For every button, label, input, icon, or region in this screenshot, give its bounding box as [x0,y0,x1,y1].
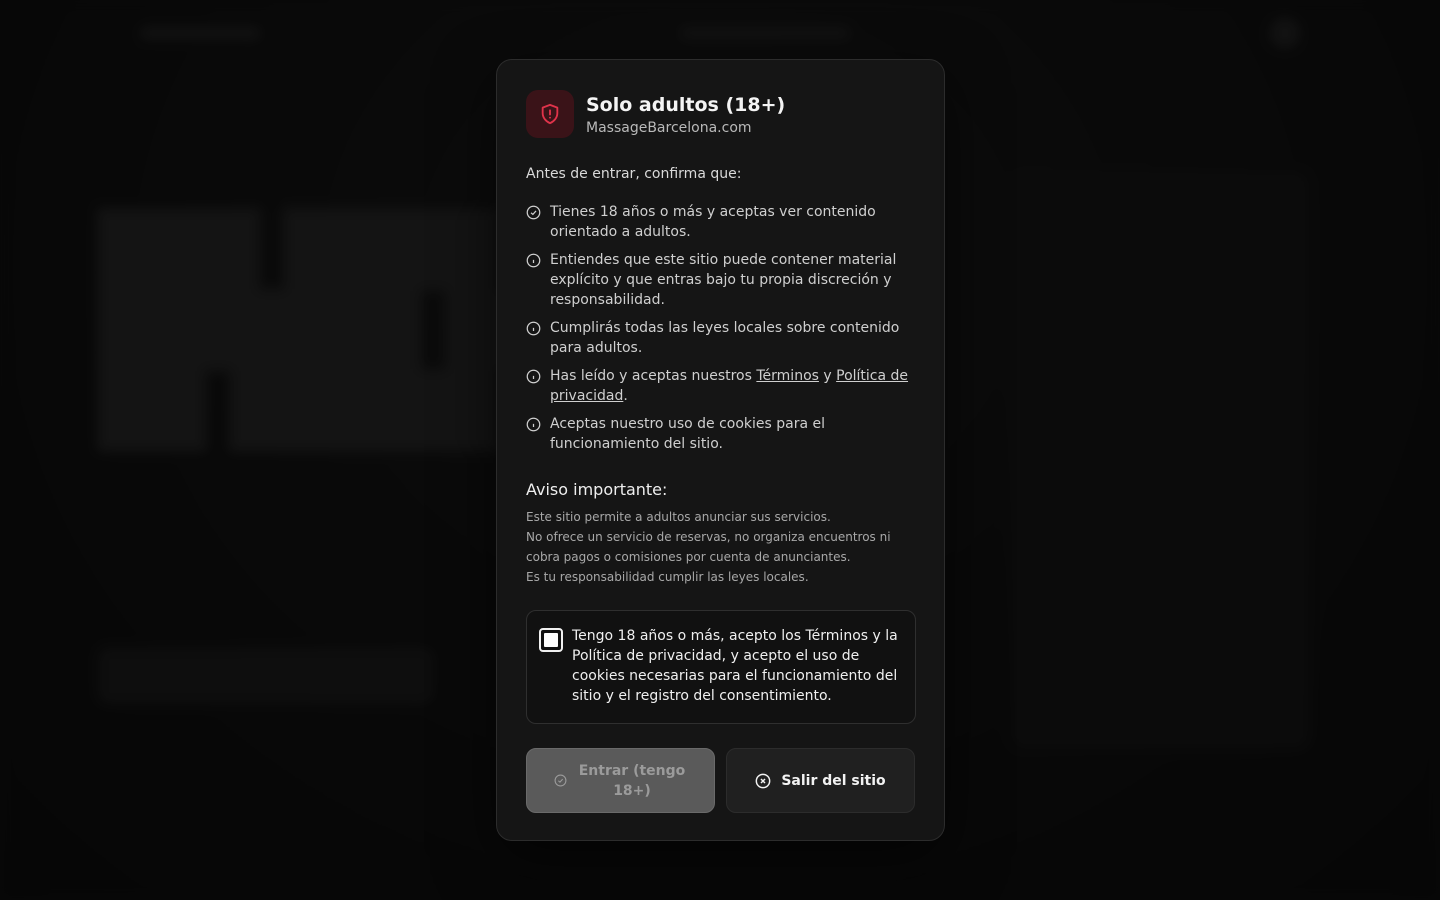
info-circle-icon [526,417,541,432]
shield-alert-icon [541,103,559,125]
modal-title: Solo adultos (18+) [586,94,786,116]
notice-line: Este sitio permite a adultos anunciar su… [526,510,831,524]
modal-actions: Entrar (tengo 18+) Salir del sitio [526,748,915,813]
list-item: Tienes 18 años o más y aceptas ver conte… [526,202,915,242]
info-circle-icon [526,321,541,336]
exit-button[interactable]: Salir del sitio [726,748,915,813]
age-gate-modal: Solo adultos (18+) MassageBarcelona.com … [496,59,945,841]
check-circle-icon [526,205,541,220]
confirmation-list: Tienes 18 años o más y aceptas ver conte… [526,202,915,454]
list-item-text: Has leído y aceptas nuestros Términos y … [550,366,915,406]
x-circle-icon [755,773,771,788]
notice-body: Este sitio permite a adultos anunciar su… [526,507,915,587]
list-item-text: Entiendes que este sitio puede contener … [550,252,897,308]
list-item: Has leído y aceptas nuestros Términos y … [526,366,915,406]
notice-line: Es tu responsabilidad cumplir las leyes … [526,570,809,584]
checkbox-fill [544,633,558,647]
consent-checkbox[interactable] [539,628,563,652]
enter-button[interactable]: Entrar (tengo 18+) [526,748,715,813]
info-circle-icon [526,253,541,268]
terms-link[interactable]: Términos [756,368,819,384]
list-item: Cumplirás todas las leyes locales sobre … [526,318,915,358]
list-item-suffix: . [623,388,628,404]
site-domain: MassageBarcelona.com [586,120,752,136]
list-item-text: Tienes 18 años o más y aceptas ver conte… [550,204,876,240]
list-item-prefix: Has leído y aceptas nuestros [550,368,757,384]
list-item: Aceptas nuestro uso de cookies para el f… [526,414,915,454]
list-item-conjunction: y [818,368,837,384]
info-circle-icon [526,369,541,384]
list-item-text: Cumplirás todas las leyes locales sobre … [550,320,900,356]
notice-title: Aviso importante: [526,480,668,499]
consent-text: Tengo 18 años o más, acepto los Términos… [572,628,898,704]
modal-header: Solo adultos (18+) MassageBarcelona.com [526,90,915,138]
list-item: Entiendes que este sitio puede contener … [526,250,915,310]
check-circle-icon [554,774,567,787]
intro-text: Antes de entrar, confirma que: [526,166,742,182]
enter-button-label: Entrar (tengo 18+) [578,762,686,799]
list-item-text: Aceptas nuestro uso de cookies para el f… [550,416,826,452]
shield-badge [526,90,574,138]
exit-button-label: Salir del sitio [781,772,886,789]
notice-line: No ofrece un servicio de reservas, no or… [526,530,891,564]
consent-box: Tengo 18 años o más, acepto los Términos… [526,610,916,724]
